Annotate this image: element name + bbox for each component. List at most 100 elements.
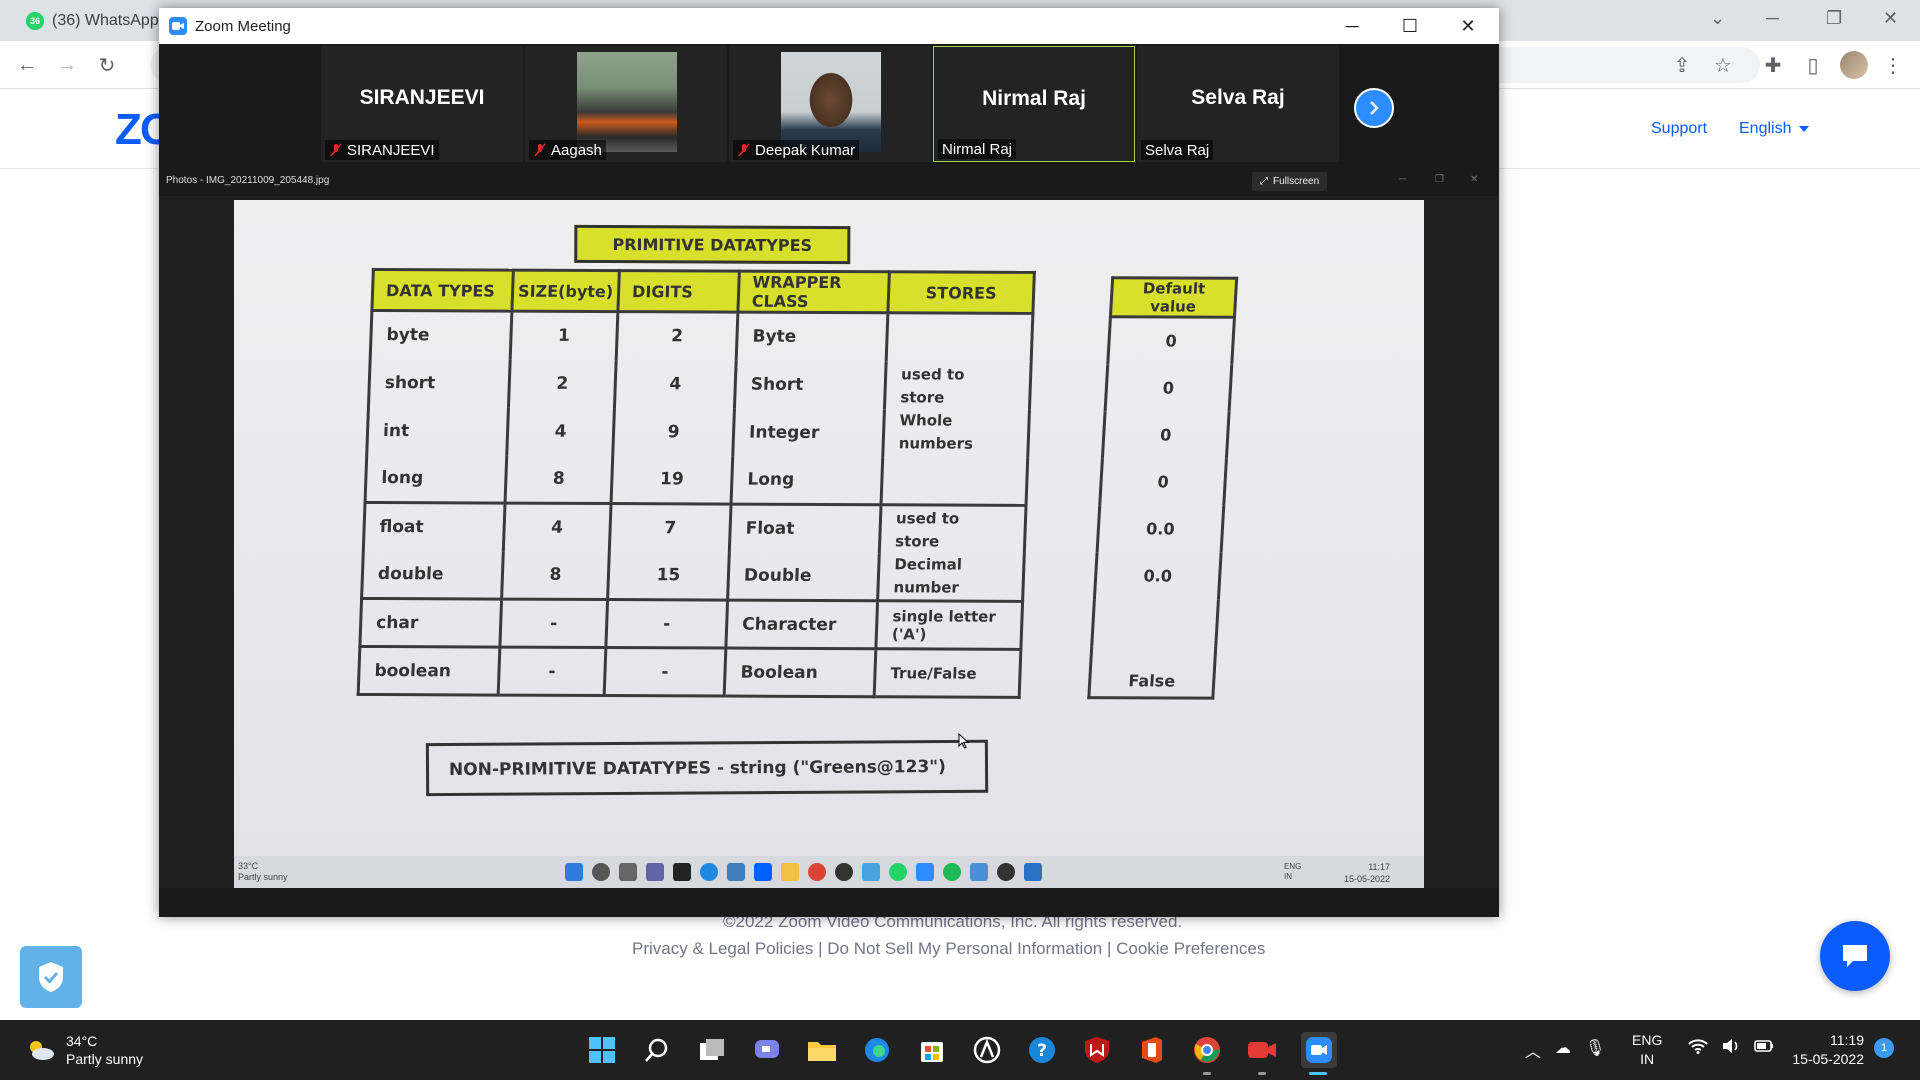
table-row: byte 1 2 Byte used to store Whole number… xyxy=(370,310,1033,506)
profile-avatar[interactable] xyxy=(1840,51,1868,79)
whiteboard-title: PRIMITIVE DATATYPES xyxy=(574,224,851,265)
taskbar-clock[interactable]: 11:19 15-05-2022 xyxy=(1780,1031,1864,1069)
header-data-types: DATA TYPES xyxy=(371,269,514,312)
footer-links[interactable]: Privacy & Legal Policies | Do Not Sell M… xyxy=(632,939,1265,959)
default-cell: 0 xyxy=(1099,457,1227,506)
windows-start-button[interactable] xyxy=(586,1034,618,1066)
office-icon xyxy=(1142,1037,1162,1063)
cell-digits: 7 xyxy=(609,503,732,553)
taskbar-teams-chat[interactable] xyxy=(751,1034,783,1066)
participant-big-name: Selva Raj xyxy=(1191,86,1285,109)
shared-clock-time: 11:17 xyxy=(1368,862,1391,872)
default-row: 0 xyxy=(1102,410,1230,459)
zoom-app-icon xyxy=(169,17,187,35)
side-panel-icon[interactable]: ▯ xyxy=(1799,51,1827,79)
browser-restore-button[interactable]: ❐ xyxy=(1826,8,1842,29)
cell-type: double xyxy=(361,550,504,600)
shared-clock: 11:17 15-05-2022 xyxy=(1344,861,1390,885)
participant-big-name: Nirmal Raj xyxy=(982,87,1086,110)
show-hidden-icons-chevron-icon[interactable]: ︿ xyxy=(1525,1038,1541,1062)
participant-name-label: Aagash xyxy=(551,141,602,159)
app-icon xyxy=(997,863,1015,881)
nav-support-link[interactable]: Support xyxy=(1651,120,1707,138)
cell-type: long xyxy=(365,454,507,504)
microphone-icon[interactable]: 🎙︎ xyxy=(1585,1038,1605,1062)
cell-wrapper: Byte xyxy=(736,312,888,361)
browser-minimize-button[interactable]: ─ xyxy=(1766,8,1779,29)
table-row: boolean - - Boolean True/False xyxy=(358,646,1021,698)
default-cell: 0.0 xyxy=(1097,504,1224,553)
share-icon[interactable]: ⇪ xyxy=(1668,51,1696,79)
taskbar-edge[interactable] xyxy=(861,1034,893,1066)
back-arrow-icon[interactable]: ← xyxy=(13,51,41,79)
onedrive-cloud-icon[interactable]: ☁ xyxy=(1555,1038,1571,1062)
notepad-icon xyxy=(970,863,988,881)
zoom-minimize-button[interactable]: ─ xyxy=(1323,8,1381,44)
gallery-next-page-button[interactable] xyxy=(1354,88,1394,128)
taskbar-zoom-active[interactable] xyxy=(1301,1032,1337,1068)
header-wrapper-class: WRAPPER CLASS xyxy=(737,271,890,313)
mcafee-shield-icon xyxy=(1085,1037,1109,1063)
taskbar-search-button[interactable] xyxy=(641,1034,673,1066)
quick-settings[interactable] xyxy=(1688,1038,1774,1054)
cell-stores-char: single letter ('A') xyxy=(875,600,1023,650)
running-indicator xyxy=(1258,1072,1266,1075)
windows-start-icon xyxy=(565,863,583,881)
participant-tile[interactable]: Deepak Kumar xyxy=(729,46,931,162)
taskbar-help[interactable]: ? xyxy=(1026,1034,1058,1066)
weather-widget[interactable]: 34°C Partly sunny xyxy=(26,1032,143,1068)
whatsapp-icon: 36 xyxy=(26,11,44,30)
taskbar-chrome[interactable] xyxy=(1191,1034,1223,1066)
language-indicator[interactable]: ENG IN xyxy=(1632,1031,1662,1069)
shared-weather-condition: Partly sunny xyxy=(238,872,288,882)
share-header: Photos - IMG_20211009_205448.jpg ⤢ Fulls… xyxy=(159,168,1499,196)
extensions-puzzle-icon[interactable]: ✚ xyxy=(1759,51,1787,79)
participant-tile-active[interactable]: Nirmal Raj Nirmal Raj xyxy=(933,46,1135,162)
chrome-menu-icon[interactable]: ⋮ xyxy=(1879,51,1907,79)
bookmark-star-icon[interactable]: ☆ xyxy=(1709,51,1737,79)
taskbar-office[interactable] xyxy=(1136,1034,1168,1066)
mail-icon xyxy=(727,863,745,881)
notification-badge[interactable]: 1 xyxy=(1874,1038,1894,1058)
chat-bubble-icon[interactable] xyxy=(1820,921,1890,991)
fullscreen-button[interactable]: ⤢ Fullscreen xyxy=(1252,172,1328,191)
table-row: char - - Character single letter ('A') xyxy=(359,598,1023,650)
clock-time: 11:19 xyxy=(1830,1032,1864,1048)
chevron-right-icon xyxy=(1370,101,1379,115)
cell-size: 1 xyxy=(510,311,618,360)
task-view-icon xyxy=(700,1039,724,1060)
header-size: SIZE(byte) xyxy=(511,270,620,312)
browser-close-button[interactable]: ✕ xyxy=(1883,8,1898,29)
shield-check-icon[interactable] xyxy=(20,946,82,1008)
tab-search-chevron-icon[interactable]: ⌄ xyxy=(1710,8,1725,29)
default-cell: 0 xyxy=(1105,363,1232,412)
edge-icon xyxy=(700,863,718,881)
cell-wrapper: Integer xyxy=(732,408,885,457)
shared-weather: 33°C Partly sunny xyxy=(238,861,288,883)
task-view-button[interactable] xyxy=(696,1034,728,1066)
participant-tile[interactable]: Selva Raj Selva Raj xyxy=(1137,46,1339,162)
browser-tab-whatsapp[interactable]: 36 (36) WhatsApp xyxy=(0,0,160,41)
reload-icon[interactable]: ↻ xyxy=(93,51,121,79)
taskbar-mcafee[interactable] xyxy=(1081,1034,1113,1066)
forward-arrow-icon[interactable]: → xyxy=(53,51,81,79)
shared-language-region: IN xyxy=(1284,872,1292,881)
participant-tile[interactable]: Aagash xyxy=(525,46,727,162)
fullscreen-label: Fullscreen xyxy=(1273,176,1320,187)
nav-language-dropdown[interactable]: English xyxy=(1739,120,1809,138)
default-cell: 0 xyxy=(1102,410,1230,459)
taskbar-file-explorer[interactable] xyxy=(806,1034,838,1066)
mic-muted-icon xyxy=(533,143,547,157)
participant-tile[interactable]: SIRANJEEVI SIRANJEEVI xyxy=(321,46,523,162)
taskbar-store[interactable] xyxy=(916,1034,948,1066)
cell-size: 2 xyxy=(508,359,617,408)
zoom-maximize-button[interactable]: ☐ xyxy=(1381,8,1439,44)
taskbar-app[interactable] xyxy=(971,1034,1003,1066)
expand-icon: ⤢ xyxy=(1260,176,1268,187)
zoom-titlebar: Zoom Meeting ─ ☐ ✕ xyxy=(159,8,1499,44)
cell-wrapper: Short xyxy=(734,360,887,409)
shared-screen[interactable]: PRIMITIVE DATATYPES DATA TYPES SIZE(byte… xyxy=(159,196,1499,888)
taskbar-recorder[interactable] xyxy=(1246,1034,1278,1066)
default-cell xyxy=(1091,598,1219,647)
zoom-close-button[interactable]: ✕ xyxy=(1439,8,1497,44)
